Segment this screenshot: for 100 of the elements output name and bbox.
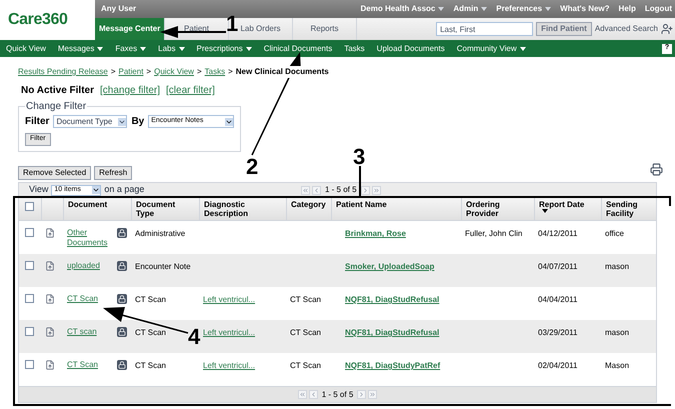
top-menu-link[interactable]: Demo Health Assoc bbox=[360, 3, 444, 15]
next-page-icon bbox=[358, 391, 366, 398]
patient-link[interactable]: NQF81, DiagStudRefusal bbox=[345, 295, 440, 304]
caret-icon bbox=[178, 46, 184, 50]
table-cell: Mason bbox=[605, 361, 630, 370]
breadcrumb-item[interactable]: Tasks bbox=[204, 66, 226, 78]
table-cell: CT Scan bbox=[135, 361, 166, 370]
checkbox[interactable] bbox=[25, 360, 34, 369]
nav-menu-item[interactable]: Labs bbox=[158, 42, 184, 54]
document-icon bbox=[45, 228, 55, 238]
column-header[interactable]: Ordering Provider bbox=[466, 200, 530, 218]
checkbox[interactable] bbox=[25, 228, 34, 237]
checkbox[interactable] bbox=[25, 327, 34, 336]
checkbox[interactable] bbox=[25, 261, 34, 270]
nav-menu-item[interactable]: Community View bbox=[456, 42, 526, 54]
advanced-search-link[interactable]: Advanced Search bbox=[594, 23, 658, 35]
column-header[interactable]: Document bbox=[68, 200, 127, 209]
column-header[interactable]: Category bbox=[291, 200, 327, 209]
first-page-icon bbox=[298, 391, 306, 398]
patient-link[interactable]: Brinkman, Rose bbox=[345, 229, 406, 238]
last-page-icon bbox=[369, 391, 376, 398]
filter-link[interactable]: [change filter] bbox=[100, 83, 160, 98]
diagnosis-link[interactable]: Left ventricul... bbox=[203, 295, 256, 304]
lock-icon bbox=[117, 327, 127, 337]
top-menu-link[interactable]: Admin bbox=[453, 3, 488, 15]
diagnosis-link[interactable]: Left ventricul... bbox=[203, 328, 256, 337]
document-link[interactable]: uploaded bbox=[67, 261, 100, 271]
find-patient-button[interactable]: Find Patient bbox=[536, 22, 592, 36]
breadcrumb-item[interactable]: Results Pending Release bbox=[18, 66, 108, 78]
first-page-button[interactable] bbox=[298, 390, 307, 399]
column-header[interactable]: Document Type bbox=[136, 200, 195, 218]
table-row[interactable]: uploaded Encounter Note Smoker, UploadedSoap 04/07/2011 mason bbox=[19, 254, 656, 287]
table-cell: CT Scan bbox=[290, 361, 321, 370]
dropdown-arrow-icon bbox=[118, 118, 126, 126]
callout-number: 2 bbox=[246, 156, 258, 178]
filter-status: No Active Filter bbox=[21, 84, 94, 98]
first-page-button[interactable] bbox=[301, 186, 310, 194]
filter-label: Filter bbox=[25, 115, 50, 129]
caret-icon bbox=[520, 46, 526, 50]
previous-page-icon bbox=[310, 391, 317, 398]
top-menu-link[interactable]: What's New? bbox=[560, 3, 610, 15]
table-cell: 04/07/2011 bbox=[538, 262, 578, 271]
next-page-icon bbox=[362, 186, 369, 194]
table-cell: 04/04/2011 bbox=[538, 295, 578, 304]
nav-menu-item[interactable]: Clinical Documents bbox=[264, 42, 332, 54]
table-cell: CT Scan bbox=[290, 295, 321, 304]
printer-icon[interactable] bbox=[650, 162, 663, 176]
previous-page-button[interactable] bbox=[308, 390, 318, 399]
nav-menu-item[interactable]: Upload Documents bbox=[376, 42, 445, 54]
page-range: 1 - 5 of 5 bbox=[322, 388, 354, 400]
caret-icon bbox=[481, 7, 488, 11]
callout-arrow bbox=[160, 26, 226, 38]
filter-link[interactable]: [clear filter] bbox=[166, 83, 215, 98]
column-header[interactable]: Patient Name bbox=[336, 200, 457, 209]
patient-link[interactable]: NQF81, DiagStudRefusal bbox=[345, 328, 440, 337]
breadcrumb-separator: > bbox=[110, 66, 116, 78]
previous-page-button[interactable] bbox=[312, 186, 321, 194]
patient-search-field[interactable]: Last, First bbox=[436, 22, 534, 36]
breadcrumb-item[interactable]: Quick View bbox=[154, 66, 194, 78]
table-cell: Administrative bbox=[135, 229, 186, 238]
nav-tab[interactable]: Message Center bbox=[95, 18, 165, 40]
nav-menu-item[interactable]: Prescriptions bbox=[196, 42, 252, 54]
column-header[interactable]: Diagnostic Description bbox=[204, 200, 282, 218]
nav-menu-item[interactable]: Messages bbox=[58, 42, 104, 54]
action-button[interactable]: Refresh bbox=[94, 166, 132, 180]
nav-menu-item[interactable]: Tasks bbox=[344, 42, 365, 54]
table-cell: 04/12/2011 bbox=[538, 229, 578, 238]
nav-menu-item[interactable]: Quick View bbox=[6, 42, 46, 54]
checkbox[interactable] bbox=[25, 202, 34, 211]
caret-icon bbox=[246, 46, 252, 50]
checkbox[interactable] bbox=[25, 294, 34, 303]
last-page-icon bbox=[372, 186, 380, 194]
dropdown-arrow-icon bbox=[92, 186, 100, 194]
column-header[interactable]: Sending Facility bbox=[606, 200, 652, 218]
page-range: 1 - 5 of 5 bbox=[325, 184, 357, 196]
caret-icon bbox=[438, 7, 444, 11]
by-label: By bbox=[131, 115, 144, 129]
last-page-button[interactable] bbox=[368, 390, 378, 399]
document-link[interactable]: CT Scan bbox=[67, 360, 98, 370]
callout-number: 4 bbox=[188, 326, 200, 348]
nav-menu-item[interactable]: Faxes bbox=[115, 42, 146, 54]
top-menu-link[interactable]: Logout bbox=[644, 3, 672, 15]
patient-link[interactable]: Smoker, UploadedSoap bbox=[345, 262, 434, 271]
top-menu-link[interactable]: Help bbox=[618, 3, 636, 15]
document-link[interactable]: CT Scan bbox=[67, 294, 98, 304]
add-person-icon[interactable] bbox=[661, 23, 673, 35]
column-header[interactable]: Report Date bbox=[539, 200, 597, 209]
diagnosis-link[interactable]: Left ventricul... bbox=[203, 361, 256, 370]
logo: Care360 bbox=[8, 10, 68, 30]
action-button[interactable]: Remove Selected bbox=[18, 166, 92, 180]
breadcrumb-item[interactable]: Patient bbox=[118, 66, 144, 78]
filter-dropdown[interactable]: Document Type bbox=[53, 115, 128, 128]
document-icon bbox=[45, 294, 55, 304]
previous-page-icon bbox=[313, 186, 320, 194]
document-link[interactable]: CT scan bbox=[67, 327, 97, 337]
lock-icon bbox=[117, 360, 127, 370]
document-link[interactable]: Other Documents bbox=[67, 228, 115, 248]
top-menu-link[interactable]: Preferences bbox=[496, 3, 552, 15]
patient-link[interactable]: NQF81, DiagStudyPatRef bbox=[345, 361, 440, 370]
document-icon bbox=[45, 261, 55, 271]
